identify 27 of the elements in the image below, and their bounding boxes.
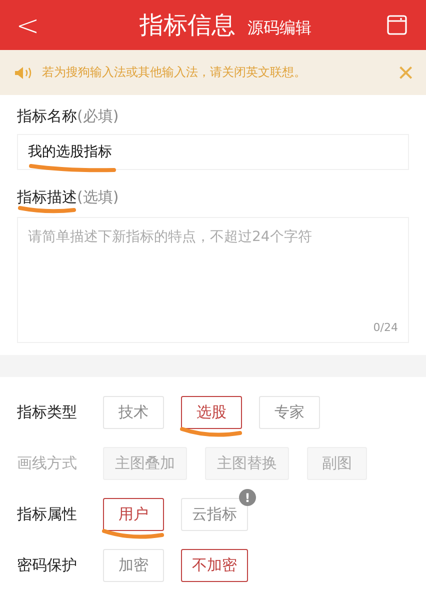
option-button[interactable]: 云指标 <box>181 498 248 531</box>
option-button: 主图叠加 <box>103 447 187 480</box>
option-button[interactable]: 专家 <box>259 396 320 429</box>
description-input[interactable]: 请简单描述下新指标的特点，不超过24个字符 0/24 <box>17 217 409 343</box>
speaker-icon <box>14 66 34 80</box>
option-button[interactable]: 不加密 <box>181 549 248 582</box>
option-button[interactable]: 加密 <box>103 549 164 582</box>
notice-text: 若为搜狗输入法或其他输入法，请关闭英文联想。 <box>42 64 307 81</box>
option-label: 指标类型 <box>17 403 78 422</box>
option-button[interactable]: 技术 <box>103 396 164 429</box>
page-title: 指标信息 <box>140 10 236 41</box>
option-label: 画线方式 <box>17 454 78 473</box>
option-label: 指标属性 <box>17 505 78 524</box>
save-icon[interactable] <box>386 14 408 36</box>
placeholder-text: 请简单描述下新指标的特点，不超过24个字符 <box>28 229 312 245</box>
field-label: 指标描述(选填) <box>17 188 119 206</box>
info-badge: ! <box>239 489 256 506</box>
option-label: 密码保护 <box>17 556 78 575</box>
option-button[interactable]: 用户 <box>103 498 164 531</box>
field-label: 指标名称(必填) <box>17 107 120 126</box>
source-edit-link[interactable]: 源码编辑 <box>248 18 312 39</box>
name-input[interactable]: 我的选股指标 <box>17 134 409 170</box>
option-button: 主图替换 <box>205 447 289 480</box>
option-button[interactable]: 选股 <box>181 396 242 429</box>
character-counter: 0/24 <box>373 321 398 334</box>
option-button: 副图 <box>307 447 367 480</box>
back-button[interactable]: < <box>10 8 46 42</box>
